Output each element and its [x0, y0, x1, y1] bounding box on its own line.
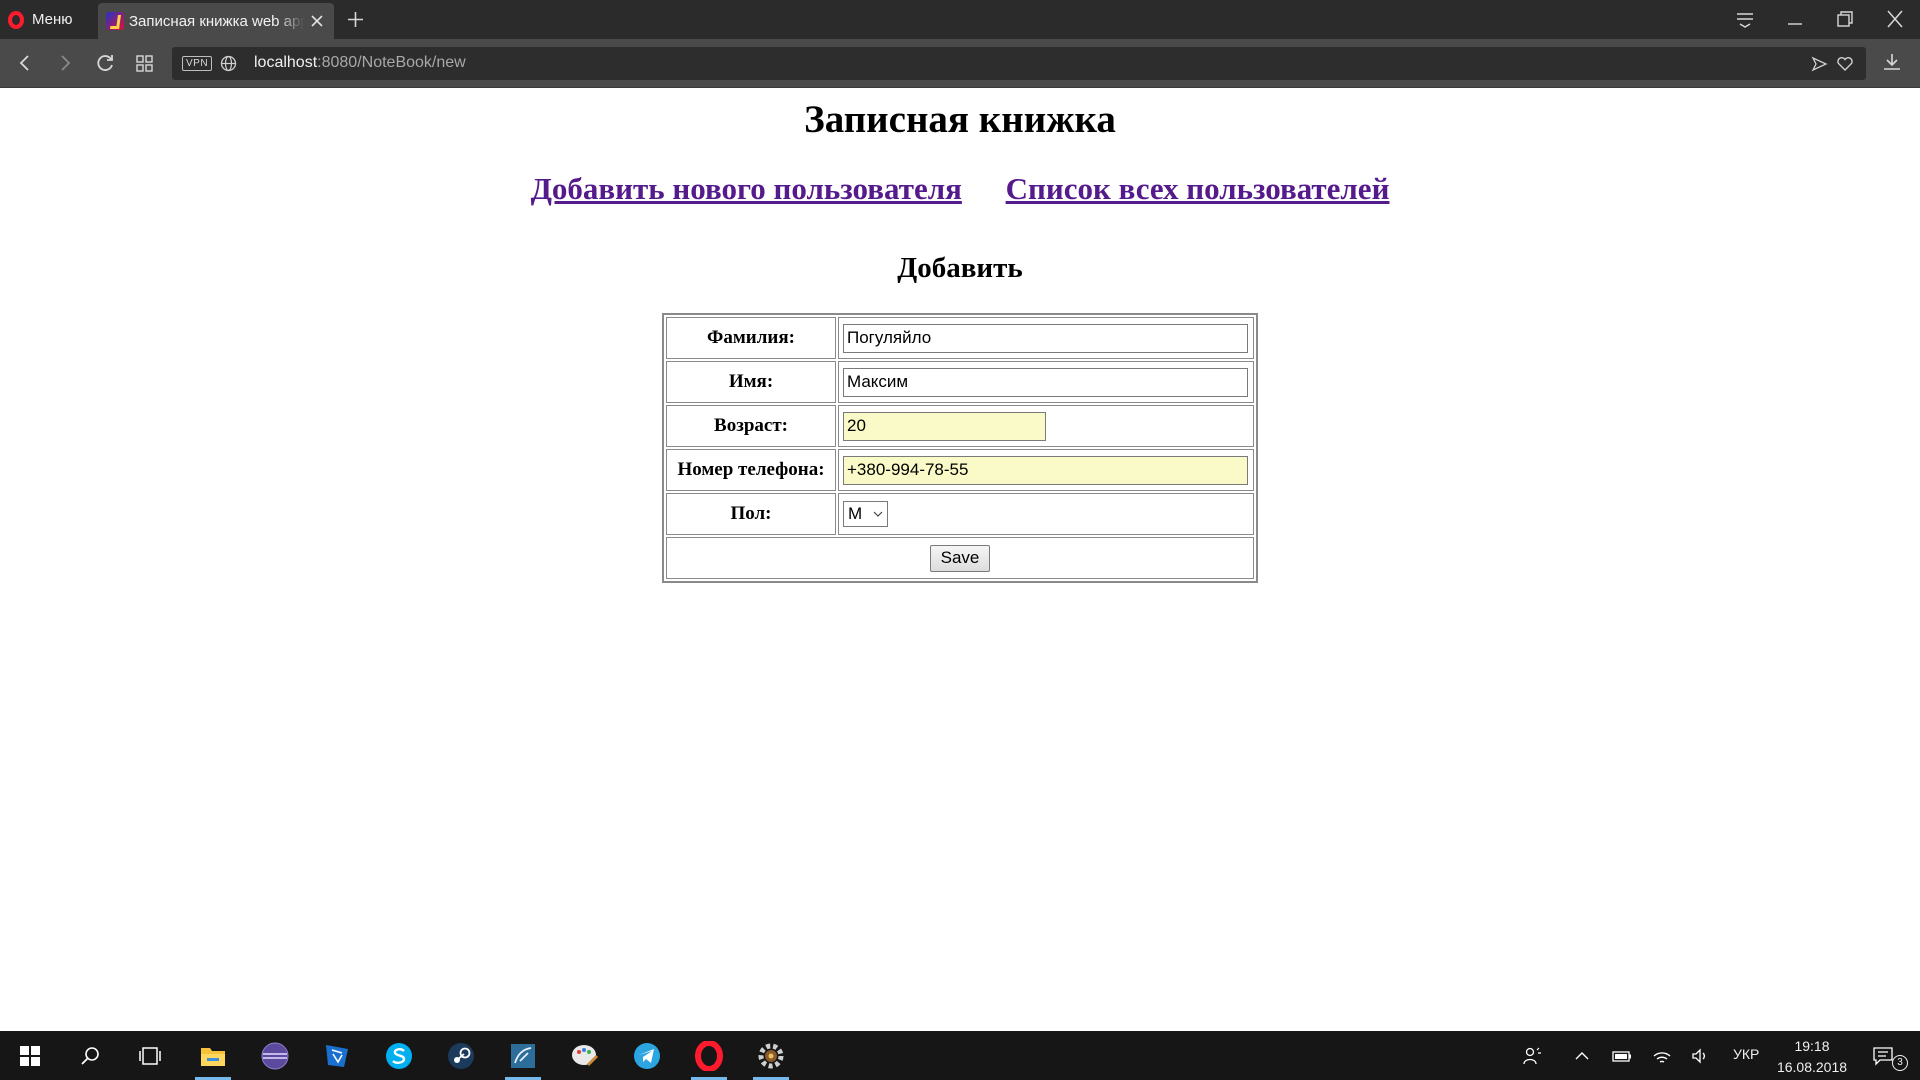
- firstname-label: Имя:: [666, 361, 836, 403]
- age-input[interactable]: [843, 411, 1046, 441]
- browser-tab-strip: Меню Записная книжка web app: [0, 0, 1920, 39]
- taskbar-skype[interactable]: [375, 1031, 423, 1080]
- chevron-up-icon[interactable]: [1572, 1046, 1592, 1066]
- url-path: :8080/NoteBook/new: [317, 54, 466, 71]
- heart-icon[interactable]: [1836, 56, 1854, 72]
- opera-menu-button[interactable]: Меню: [8, 0, 94, 39]
- telegram-icon: [632, 1041, 662, 1071]
- user-list-link[interactable]: Список всех пользователей: [1006, 171, 1390, 206]
- battery-icon[interactable]: [1612, 1046, 1632, 1066]
- new-tab-icon[interactable]: [347, 11, 364, 28]
- clock-date: 16.08.2018: [1776, 1059, 1848, 1075]
- active-tab[interactable]: Записная книжка web app: [98, 3, 334, 39]
- reload-icon[interactable]: [94, 52, 116, 74]
- close-tab-icon[interactable]: [310, 14, 324, 28]
- add-user-link[interactable]: Добавить нового пользователя: [531, 171, 962, 206]
- input-language[interactable]: УКР: [1733, 1046, 1759, 1062]
- download-icon[interactable]: [1881, 51, 1903, 73]
- form-row-phone: Номер телефона:: [666, 449, 1254, 491]
- url-host: localhost: [254, 54, 318, 71]
- taskbar-paint[interactable]: [561, 1031, 609, 1080]
- taskbar-settings-app[interactable]: [747, 1031, 795, 1080]
- people-icon[interactable]: [1522, 1046, 1542, 1066]
- tab-menu-icon[interactable]: [1735, 10, 1755, 28]
- search-icon: [79, 1045, 101, 1067]
- taskbar-telegram[interactable]: [623, 1031, 671, 1080]
- intellij-favicon-icon: [106, 12, 124, 30]
- phone-input[interactable]: [843, 455, 1248, 485]
- notification-count-badge: 3: [1892, 1055, 1908, 1071]
- save-button[interactable]: Save: [929, 544, 991, 572]
- back-icon[interactable]: [14, 52, 36, 74]
- taskbar-file-explorer[interactable]: [189, 1031, 237, 1080]
- steam-icon: [446, 1041, 476, 1071]
- chevron-down-icon: [873, 510, 883, 518]
- web-page: Записная книжка Добавить нового пользова…: [0, 89, 1920, 1031]
- page-title: Записная книжка: [804, 98, 1116, 141]
- url-text[interactable]: localhost:8080/NoteBook/new: [254, 54, 466, 72]
- taskbar-steam[interactable]: [437, 1031, 485, 1080]
- lastname-input[interactable]: [843, 323, 1248, 353]
- minimize-icon[interactable]: [1785, 10, 1805, 28]
- close-window-icon[interactable]: [1885, 10, 1905, 28]
- vpn-badge[interactable]: VPN: [182, 56, 213, 71]
- firstname-cell: [838, 361, 1254, 403]
- opera-logo-icon: [8, 10, 24, 29]
- task-view-button[interactable]: [126, 1031, 174, 1080]
- send-icon[interactable]: [1811, 56, 1828, 72]
- start-icon: [19, 1045, 41, 1067]
- phone-cell: [838, 449, 1254, 491]
- form-row-submit: Save: [666, 537, 1254, 579]
- forward-icon[interactable]: [54, 52, 76, 74]
- nav-links: Добавить нового пользователя Список всех…: [0, 171, 1920, 207]
- clock-time: 19:18: [1794, 1038, 1830, 1054]
- age-label: Возраст:: [666, 405, 836, 447]
- speed-dial-icon[interactable]: [134, 52, 156, 74]
- tab-title: Записная книжка web app: [129, 12, 304, 30]
- system-clock[interactable]: 19:18 16.08.2018: [1772, 1036, 1852, 1078]
- gender-select[interactable]: M: [843, 501, 888, 527]
- phone-label: Номер телефона:: [666, 449, 836, 491]
- settings-app-icon: [756, 1041, 786, 1071]
- gender-cell: M: [838, 493, 1254, 535]
- gender-selected-value: M: [848, 504, 863, 523]
- notifications-icon[interactable]: [1872, 1046, 1894, 1066]
- form-row-age: Возраст:: [666, 405, 1254, 447]
- submit-cell: Save: [666, 537, 1254, 579]
- globe-icon[interactable]: [220, 55, 237, 72]
- age-cell: [838, 405, 1254, 447]
- taskbar-eclipse[interactable]: [251, 1031, 299, 1080]
- lastname-label: Фамилия:: [666, 317, 836, 359]
- windows-taskbar: УКР 19:18 16.08.2018 3: [0, 1031, 1920, 1080]
- opera-icon: [694, 1040, 724, 1071]
- taskbar-intellij[interactable]: [313, 1031, 361, 1080]
- taskbar-mysql-workbench[interactable]: [499, 1031, 547, 1080]
- form-row-firstname: Имя:: [666, 361, 1254, 403]
- taskbar-opera[interactable]: [685, 1031, 733, 1080]
- firstname-input[interactable]: [843, 367, 1248, 397]
- file-explorer-icon: [198, 1041, 228, 1071]
- browser-toolbar: VPN localhost:8080/NoteBook/new: [0, 39, 1920, 88]
- task-view-icon: [138, 1045, 162, 1067]
- lastname-cell: [838, 317, 1254, 359]
- form-row-gender: Пол: M: [666, 493, 1254, 535]
- address-bar[interactable]: VPN localhost:8080/NoteBook/new: [172, 47, 1866, 80]
- paint-icon: [570, 1041, 600, 1071]
- add-user-form: Фамилия: Имя: Возраст: Номер телефона: П…: [662, 313, 1258, 583]
- skype-icon: [384, 1041, 414, 1071]
- menu-label: Меню: [32, 11, 73, 28]
- form-row-lastname: Фамилия:: [666, 317, 1254, 359]
- intellij-icon: [322, 1041, 352, 1071]
- mysql-workbench-icon: [508, 1041, 538, 1071]
- eclipse-icon: [260, 1041, 290, 1071]
- taskbar-search-button[interactable]: [66, 1031, 114, 1080]
- gender-label: Пол:: [666, 493, 836, 535]
- restore-icon[interactable]: [1835, 10, 1855, 28]
- form-heading: Добавить: [897, 252, 1023, 284]
- start-button[interactable]: [6, 1031, 54, 1080]
- volume-icon[interactable]: [1690, 1046, 1710, 1066]
- wifi-icon[interactable]: [1652, 1046, 1672, 1066]
